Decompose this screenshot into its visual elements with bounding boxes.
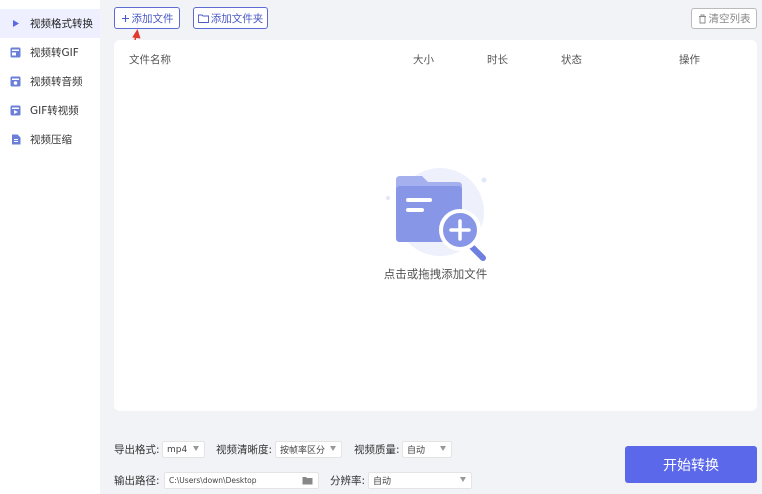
clarity-label: 视频清晰度: <box>216 444 273 456</box>
open-folder-icon[interactable] <box>302 476 313 487</box>
sidebar-item-video-to-gif[interactable]: 视频转GIF <box>0 38 100 67</box>
play-icon <box>10 18 21 29</box>
gif-video-icon <box>10 105 21 116</box>
trash-icon <box>698 14 707 24</box>
sidebar-item-label: 视频格式转换 <box>30 18 93 30</box>
sidebar-item-video-compress[interactable]: 视频压缩 <box>0 125 100 154</box>
plus-icon <box>121 14 130 23</box>
clear-list-label: 清空列表 <box>708 13 751 25</box>
output-path-field[interactable]: C:\Users\down\Desktop <box>164 472 319 489</box>
add-folder-label: 添加文件夹 <box>210 12 264 25</box>
chevron-down-icon <box>193 446 199 451</box>
add-file-search-icon <box>385 168 486 261</box>
empty-hint-text: 点击或拖拽添加文件 <box>383 267 488 281</box>
clarity-select[interactable]: 按帧率区分 <box>275 441 342 458</box>
output-path-label: 输出路径: <box>114 475 160 487</box>
chevron-down-icon <box>330 446 336 451</box>
output-path-value: C:\Users\down\Desktop <box>169 476 257 485</box>
sidebar-item-video-format-convert[interactable]: 视频格式转换 <box>0 9 100 38</box>
column-header-status: 状态 <box>561 54 582 66</box>
file-list-panel[interactable]: 文件名称 大小 时长 状态 操作 点击或拖拽添加文件 <box>114 40 757 411</box>
resolution-label: 分辨率: <box>330 475 366 487</box>
start-convert-button[interactable]: 开始转换 <box>625 446 757 483</box>
column-header-actions: 操作 <box>679 54 700 66</box>
add-folder-button[interactable]: 添加文件夹 <box>193 7 268 29</box>
quality-label: 视频质量: <box>354 444 400 456</box>
clear-list-button[interactable]: 清空列表 <box>691 8 757 29</box>
sidebar: 视频格式转换 视频转GIF 视频转音频 GIF转视频 视频压缩 <box>0 0 100 494</box>
sidebar-item-label: GIF转视频 <box>30 105 79 117</box>
column-header-duration: 时长 <box>487 54 508 66</box>
empty-drop-zone[interactable]: 点击或拖拽添加文件 <box>114 168 757 282</box>
quality-value: 自动 <box>407 446 426 456</box>
resolution-select[interactable]: 自动 <box>368 472 472 489</box>
add-file-label: 添加文件 <box>131 12 174 25</box>
chevron-down-icon <box>440 446 446 451</box>
sidebar-item-label: 视频压缩 <box>30 134 72 146</box>
sidebar-item-video-to-audio[interactable]: 视频转音频 <box>0 67 100 96</box>
folder-icon <box>197 14 209 23</box>
clarity-value: 按帧率区分 <box>280 446 326 456</box>
sidebar-item-gif-to-video[interactable]: GIF转视频 <box>0 96 100 125</box>
format-label: 导出格式: <box>114 444 160 456</box>
column-header-name: 文件名称 <box>129 54 171 66</box>
quality-select[interactable]: 自动 <box>402 441 452 458</box>
resolution-value: 自动 <box>373 477 392 487</box>
start-convert-label: 开始转换 <box>663 457 719 474</box>
compress-icon <box>10 134 21 145</box>
audio-icon <box>10 76 21 87</box>
format-value: mp4 <box>167 444 188 455</box>
gif-icon <box>10 47 21 58</box>
chevron-down-icon <box>460 477 466 482</box>
sidebar-item-label: 视频转GIF <box>30 47 79 59</box>
column-header-size: 大小 <box>413 54 434 66</box>
sidebar-item-label: 视频转音频 <box>30 76 83 88</box>
format-select[interactable]: mp4 <box>162 441 205 458</box>
